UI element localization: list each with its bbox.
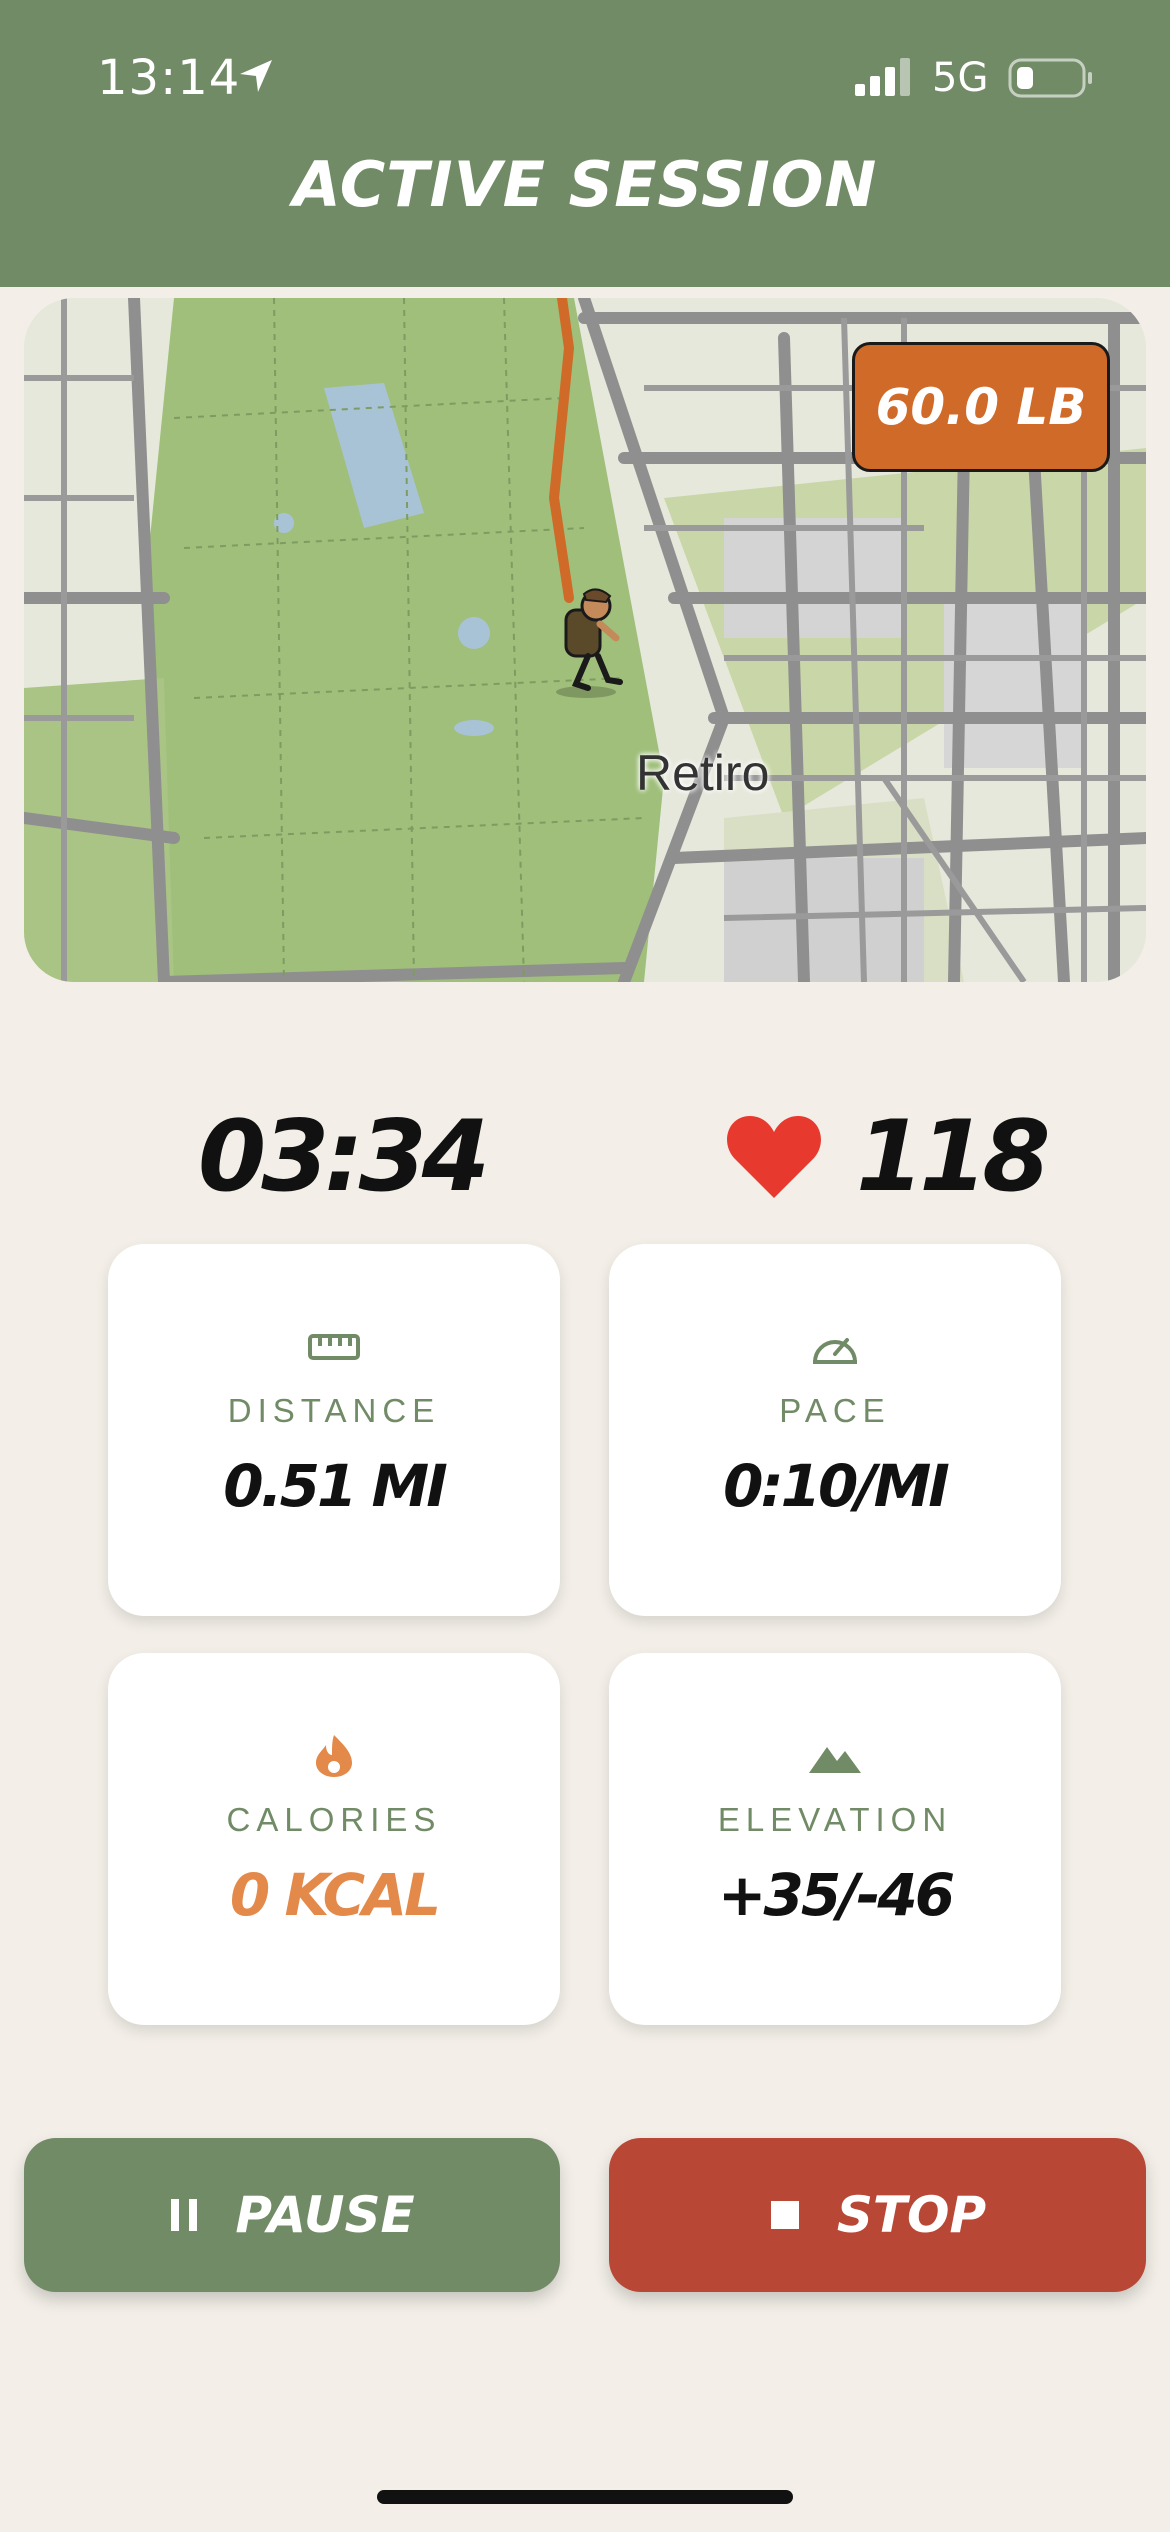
pace-card: PACE 0:10/MI xyxy=(609,1244,1061,1616)
home-indicator[interactable] xyxy=(377,2490,793,2504)
stop-button[interactable]: STOP xyxy=(609,2138,1146,2292)
calories-label: CALORIES xyxy=(226,1801,442,1838)
mountain-icon xyxy=(809,1747,861,1773)
flame-icon xyxy=(316,1735,352,1777)
ruler-icon xyxy=(308,1334,360,1360)
pace-label: PACE xyxy=(779,1392,891,1429)
signal-icon xyxy=(855,58,910,96)
distance-card: DISTANCE 0.51 MI xyxy=(108,1244,560,1616)
status-time: 13:14 xyxy=(97,50,241,106)
pause-button[interactable]: PAUSE xyxy=(24,2138,560,2292)
pace-value: 0:10/MI xyxy=(723,1452,950,1520)
battery-icon xyxy=(1008,58,1092,98)
calories-value: 0 KCAL xyxy=(229,1861,441,1929)
distance-value: 0.51 MI xyxy=(223,1452,448,1520)
weight-badge: 60.0 LB xyxy=(852,342,1110,472)
elevation-card: ELEVATION +35/-46 xyxy=(609,1653,1061,2025)
distance-label: DISTANCE xyxy=(227,1392,441,1429)
page-title: ACTIVE SESSION xyxy=(292,148,878,221)
map-place-label: Retiro xyxy=(636,745,770,801)
pause-icon xyxy=(171,2199,198,2231)
network-type: 5G xyxy=(932,55,989,101)
stop-icon xyxy=(770,2201,799,2229)
header-bar: 13:14 5G ACTIVE SESSION xyxy=(0,0,1170,287)
location-arrow-icon xyxy=(240,60,272,92)
stop-label: STOP xyxy=(836,2186,987,2244)
hiker-icon xyxy=(556,588,623,698)
session-timer: 03:34 xyxy=(198,1100,490,1214)
pause-label: PAUSE xyxy=(235,2186,415,2244)
heart-rate-value: 118 xyxy=(856,1100,1051,1214)
elevation-value: +35/-46 xyxy=(717,1861,955,1929)
elevation-label: ELEVATION xyxy=(717,1801,953,1838)
speedometer-icon xyxy=(813,1338,857,1364)
calories-card: CALORIES 0 KCAL xyxy=(108,1653,560,2025)
heart-icon xyxy=(727,1116,821,1198)
